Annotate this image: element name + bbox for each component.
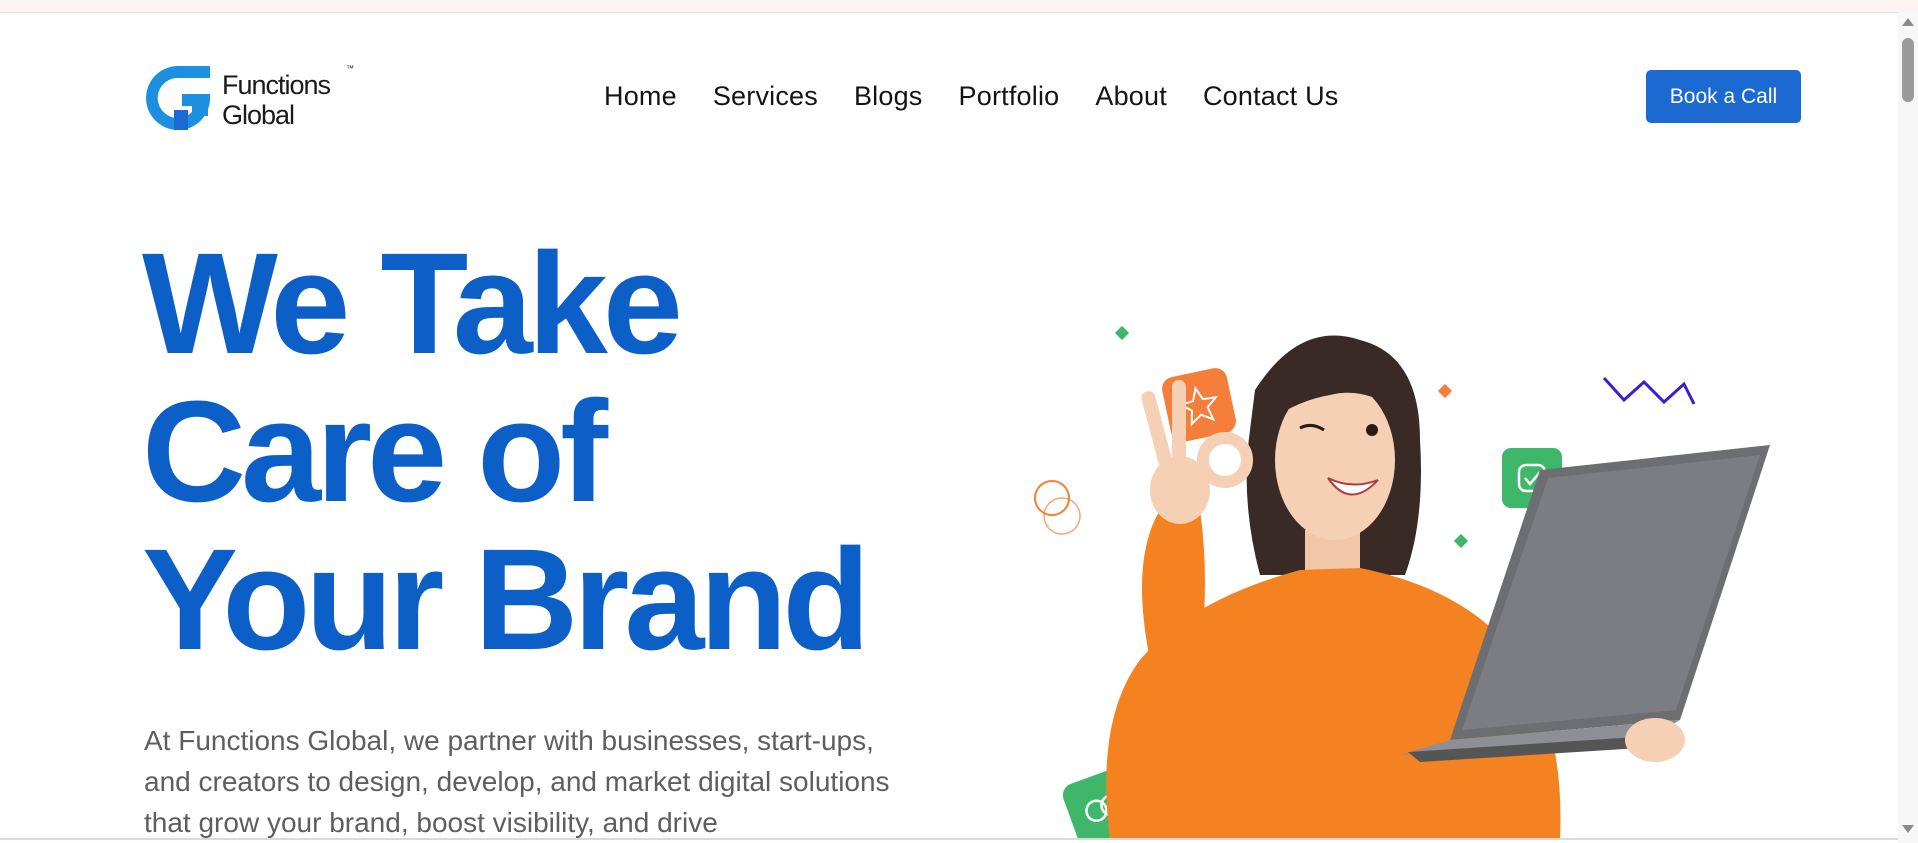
hero-title-line-1: We Take <box>142 223 683 384</box>
double-circle-icon <box>1034 480 1081 535</box>
nav-blogs[interactable]: Blogs <box>836 78 941 114</box>
scroll-up-arrow-icon[interactable] <box>1902 18 1914 26</box>
zigzag-icon <box>1602 376 1696 405</box>
nav-portfolio[interactable]: Portfolio <box>941 78 1078 114</box>
viewport-bottom-border <box>0 838 1898 840</box>
green-diamond-icon <box>1114 325 1130 341</box>
main-navigation: Home Services Blogs Portfolio About Cont… <box>604 78 1357 114</box>
nav-services[interactable]: Services <box>695 78 836 114</box>
nav-home[interactable]: Home <box>604 78 695 114</box>
orange-diamond-icon <box>1437 383 1453 399</box>
scrollbar-thumb[interactable] <box>1902 38 1914 102</box>
hero-description: At Functions Global, we partner with bus… <box>144 725 890 838</box>
functions-global-logo-icon <box>146 66 210 130</box>
brand-name: Functions Global <box>222 70 331 130</box>
nav-about[interactable]: About <box>1077 78 1185 114</box>
green-diamond-icon <box>1453 533 1469 549</box>
hero-title-line-2: Care of <box>142 371 608 532</box>
browser-top-strip <box>0 0 1918 13</box>
nav-contact-us[interactable]: Contact Us <box>1185 78 1357 114</box>
scroll-down-arrow-icon[interactable] <box>1902 825 1914 833</box>
book-a-call-button[interactable]: Book a Call <box>1646 70 1801 123</box>
trademark-symbol: ™ <box>346 64 354 73</box>
brand-logo[interactable]: Functions Global ™ <box>142 58 362 138</box>
hero-illustration <box>1034 325 1770 840</box>
hero-title: We Take Care of Your Brand <box>142 230 922 674</box>
hero-title-line-3: Your Brand <box>142 519 870 680</box>
vertical-scrollbar[interactable] <box>1898 12 1918 843</box>
